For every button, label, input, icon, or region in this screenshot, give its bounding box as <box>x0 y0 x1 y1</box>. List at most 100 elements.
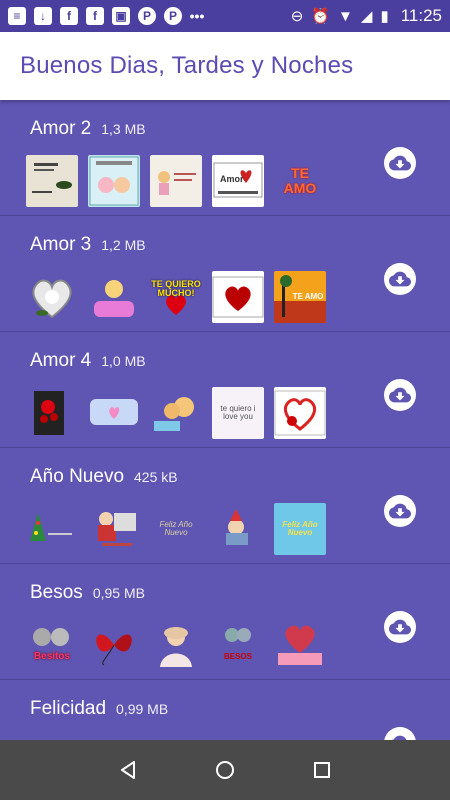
download-icon <box>391 735 407 740</box>
sticker-thumbnail <box>212 271 264 323</box>
sticker-previews: te quiero i love you <box>26 387 326 439</box>
sticker-thumbnail: Besitos <box>26 619 78 671</box>
sticker-pack-row[interactable]: Año Nuevo 425 kB Feliz Año Nuevo Feliz A… <box>0 448 450 564</box>
download-icon: ↓ <box>34 7 52 25</box>
pack-name: Besos <box>30 582 83 603</box>
message-icon: ≡ <box>8 7 26 25</box>
pinterest-icon: P <box>164 7 182 25</box>
back-button[interactable] <box>108 750 148 790</box>
block-icon: ⊖ <box>290 7 304 25</box>
sticker-pack-row[interactable]: Amor 3 1,2 MB TE QUIERO MUCHO! TE AMO <box>0 216 450 332</box>
download-pack-button[interactable] <box>384 379 416 411</box>
sticker-pack-row[interactable]: Amor 2 1,3 MB Amor TE AMO <box>0 100 450 216</box>
pack-header: Felicidad 0,99 MB <box>30 698 168 720</box>
recents-button[interactable] <box>302 750 342 790</box>
sticker-thumbnail <box>26 503 78 555</box>
sticker-text: Besitos <box>33 650 71 662</box>
download-icon <box>389 271 411 287</box>
facebook-icon: f <box>60 7 78 25</box>
pack-size: 1,2 MB <box>101 237 146 253</box>
sticker-text: TE AMO <box>283 165 317 196</box>
sticker-text: Feliz Año Nuevo <box>282 519 318 537</box>
sticker-thumbnail <box>150 387 202 439</box>
sticker-thumbnail <box>150 619 202 671</box>
sticker-text: Amor <box>220 174 244 184</box>
sticker-text: te quiero i love you <box>220 403 256 421</box>
pack-name: Año Nuevo <box>30 466 125 487</box>
download-pack-button[interactable] <box>384 263 416 295</box>
pack-size: 1,3 MB <box>101 121 146 137</box>
pack-size: 0,95 MB <box>92 585 145 601</box>
sticker-thumbnail <box>26 155 78 207</box>
sticker-thumbnail <box>150 155 202 207</box>
sticker-thumbnail: Feliz Año Nuevo <box>150 503 202 555</box>
pack-header: Año Nuevo 425 kB <box>30 466 178 488</box>
alarm-icon: ⏰ <box>311 7 331 25</box>
sticker-pack-row[interactable]: Amor 4 1,0 MB te quiero i love you <box>0 332 450 448</box>
pinterest-icon: P <box>138 7 156 25</box>
sticker-thumbnail: Amor <box>212 155 264 207</box>
pack-size: 425 kB <box>134 469 178 485</box>
home-button[interactable] <box>205 750 245 790</box>
status-time: 11:25 <box>400 6 442 25</box>
download-icon <box>389 503 411 519</box>
more-dots-icon: ••• <box>189 8 205 24</box>
sticker-thumbnail <box>88 271 140 323</box>
sticker-thumbnail: TE AMO <box>274 155 326 207</box>
sticker-text: BESOS <box>223 651 252 661</box>
pack-header: Amor 2 1,3 MB <box>30 118 146 140</box>
download-icon <box>389 155 411 171</box>
sticker-previews: Amor TE AMO <box>26 155 326 207</box>
home-icon <box>215 761 234 779</box>
sticker-thumbnail: BESOS <box>212 619 264 671</box>
system-icons: ⊖ ⏰ ▼ ◢ ▮ 11:25 <box>291 6 442 26</box>
sticker-thumbnail <box>88 619 140 671</box>
sticker-text: TE AMO <box>292 291 324 301</box>
download-pack-button[interactable] <box>384 495 416 527</box>
gallery-icon: ▣ <box>112 7 130 25</box>
app-title: Buenos Dias, Tardes y Noches <box>20 52 354 79</box>
pack-header: Amor 4 1,0 MB <box>30 350 146 372</box>
recents-icon <box>313 762 330 778</box>
pack-header: Amor 3 1,2 MB <box>30 234 146 256</box>
pack-size: 1,0 MB <box>101 353 146 369</box>
sticker-text: TE QUIERO MUCHO! <box>151 278 201 298</box>
pack-name: Amor 3 <box>30 234 92 255</box>
pack-name: Felicidad <box>30 698 107 719</box>
sticker-thumbnail: Feliz Año Nuevo <box>274 503 326 555</box>
pack-size: 0,99 MB <box>116 701 169 717</box>
sticker-text: Feliz Año Nuevo <box>159 519 193 537</box>
sticker-pack-row[interactable]: Besos 0,95 MB Besitos BESOS <box>0 564 450 680</box>
sticker-thumbnail <box>274 619 326 671</box>
sticker-thumbnail: te quiero i love you <box>212 387 264 439</box>
pack-name: Amor 2 <box>30 118 92 139</box>
status-bar: ≡ ↓ f f ▣ P P ••• ⊖ ⏰ ▼ ◢ ▮ 11:25 <box>0 0 450 32</box>
sticker-previews: Besitos BESOS <box>26 619 326 671</box>
sticker-thumbnail <box>212 503 264 555</box>
download-pack-button[interactable] <box>384 727 416 740</box>
sticker-thumbnail <box>88 387 140 439</box>
wifi-icon: ▼ <box>338 7 353 25</box>
app-bar: Buenos Dias, Tardes y Noches <box>0 32 450 100</box>
battery-icon: ▮ <box>380 7 389 25</box>
facebook-icon: f <box>86 7 104 25</box>
sticker-thumbnail <box>26 387 78 439</box>
sticker-thumbnail <box>88 155 140 207</box>
download-icon <box>389 387 411 403</box>
sticker-thumbnail <box>274 387 326 439</box>
sticker-previews: TE QUIERO MUCHO! TE AMO <box>26 271 326 323</box>
sticker-pack-list[interactable]: Amor 2 1,3 MB Amor TE AMO Amor 3 1,2 MB … <box>0 100 450 740</box>
download-pack-button[interactable] <box>384 611 416 643</box>
sticker-previews: Feliz Año Nuevo Feliz Año Nuevo <box>26 503 326 555</box>
download-icon <box>389 619 411 635</box>
sticker-thumbnail <box>88 503 140 555</box>
download-pack-button[interactable] <box>384 147 416 179</box>
sticker-thumbnail: TE AMO <box>274 271 326 323</box>
back-icon <box>121 761 136 779</box>
navigation-bar <box>0 740 450 800</box>
pack-name: Amor 4 <box>30 350 92 371</box>
sticker-pack-row[interactable]: Felicidad 0,99 MB <box>0 680 450 740</box>
notification-icons: ≡ ↓ f f ▣ P P ••• <box>8 7 204 25</box>
signal-icon: ◢ <box>360 7 373 25</box>
sticker-thumbnail: TE QUIERO MUCHO! <box>150 271 202 323</box>
